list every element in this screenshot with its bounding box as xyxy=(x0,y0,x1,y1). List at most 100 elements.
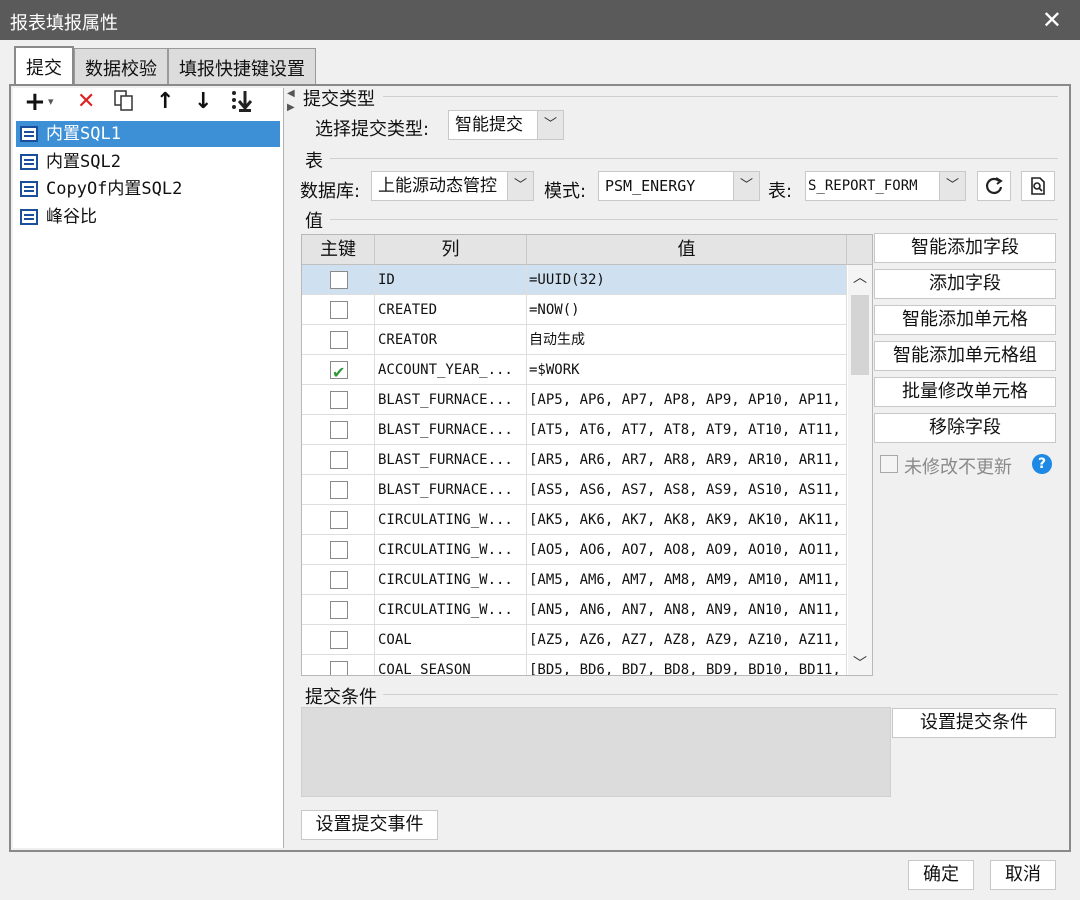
arrow-down-icon[interactable]: ↓ xyxy=(194,88,212,116)
tab-submit[interactable]: 提交 xyxy=(14,46,74,86)
tree-item-copyof-sql2[interactable]: CopyOf内置SQL2 xyxy=(16,176,280,202)
primary-key-checkbox[interactable] xyxy=(330,571,348,589)
copy-icon[interactable] xyxy=(112,88,136,116)
primary-key-checkbox[interactable] xyxy=(330,331,348,349)
chevron-up-icon[interactable]: ︿ xyxy=(848,267,872,287)
scrollbar-thumb[interactable] xyxy=(851,295,869,375)
table-row[interactable]: BLAST_FURNACE... [AT5, AT6, AT7, AT8, AT9… xyxy=(302,415,847,445)
primary-key-checkbox[interactable] xyxy=(330,421,348,439)
table-row[interactable]: BLAST_FURNACE... [AP5, AP6, AP7, AP8, AP9… xyxy=(302,385,847,415)
value-cell[interactable]: [AO5, AO6, AO7, AO8, AO9, AO10, AO11, A.… xyxy=(527,535,847,565)
column-cell[interactable]: BLAST_FURNACE... xyxy=(375,445,527,475)
primary-key-checkbox[interactable] xyxy=(330,631,348,649)
value-cell[interactable]: [AS5, AS6, AS7, AS8, AS9, AS10, AS11, A.… xyxy=(527,475,847,505)
value-cell[interactable]: [BD5, BD6, BD7, BD8, BD9, BD10, BD11, B.… xyxy=(527,655,847,675)
primary-key-checkbox[interactable] xyxy=(330,391,348,409)
schema-select[interactable]: PSM_ENERGY ﹀ xyxy=(598,171,760,201)
header-value[interactable]: 值 xyxy=(527,235,847,265)
table-row[interactable]: CIRCULATING_W... [AO5, AO6, AO7, AO8, AO9… xyxy=(302,535,847,565)
chevron-down-icon[interactable]: ﹀ xyxy=(733,172,759,200)
ok-button[interactable]: 确定 xyxy=(908,860,974,890)
submit-condition-area[interactable] xyxy=(301,707,891,797)
column-cell[interactable]: COAL_SEASON xyxy=(375,655,527,675)
table-row[interactable]: CIRCULATING_W... [AN5, AN6, AN7, AN8, AN9… xyxy=(302,595,847,625)
set-condition-button[interactable]: 设置提交条件 xyxy=(892,708,1056,738)
value-cell[interactable]: =UUID(32) xyxy=(527,265,847,295)
column-cell[interactable]: CREATOR xyxy=(375,325,527,355)
value-cell[interactable]: [AR5, AR6, AR7, AR8, AR9, AR10, AR11, A.… xyxy=(527,445,847,475)
value-cell[interactable]: [AM5, AM6, AM7, AM8, AM9, AM10, AM11, A.… xyxy=(527,565,847,595)
close-icon[interactable]: ✕ xyxy=(1042,6,1062,34)
value-cell[interactable]: [AT5, AT6, AT7, AT8, AT9, AT10, AT11, A.… xyxy=(527,415,847,445)
refresh-icon[interactable] xyxy=(977,171,1011,201)
column-cell[interactable]: CIRCULATING_W... xyxy=(375,535,527,565)
table-row[interactable]: BLAST_FURNACE... [AR5, AR6, AR7, AR8, AR9… xyxy=(302,445,847,475)
primary-key-checkbox[interactable] xyxy=(330,511,348,529)
cancel-button[interactable]: 取消 xyxy=(990,860,1056,890)
table-row[interactable]: ACCOUNT_YEAR_...=$WORK xyxy=(302,355,847,385)
expand-right-icon[interactable]: ▶ xyxy=(287,102,295,113)
column-cell[interactable]: CREATED xyxy=(375,295,527,325)
value-cell[interactable]: [AN5, AN6, AN7, AN8, AN9, AN10, AN11, A.… xyxy=(527,595,847,625)
value-cell[interactable]: =$WORK xyxy=(527,355,847,385)
tree-item-sql2[interactable]: 内置SQL2 xyxy=(16,149,280,175)
table-row[interactable]: ID =UUID(32) xyxy=(302,265,847,295)
primary-key-checkbox[interactable] xyxy=(330,451,348,469)
primary-key-checkbox[interactable] xyxy=(330,601,348,619)
table-row[interactable]: COAL [AZ5, AZ6, AZ7, AZ8, AZ9, AZ10, AZ11… xyxy=(302,625,847,655)
column-cell[interactable]: CIRCULATING_W... xyxy=(375,565,527,595)
table-row[interactable]: COAL_SEASON [BD5, BD6, BD7, BD8, BD9, BD1… xyxy=(302,655,847,675)
table-row[interactable]: BLAST_FURNACE... [AS5, AS6, AS7, AS8, AS9… xyxy=(302,475,847,505)
set-event-button[interactable]: 设置提交事件 xyxy=(301,810,438,840)
chevron-down-icon[interactable]: ▾ xyxy=(48,88,54,116)
smart-add-cell-group-button[interactable]: 智能添加单元格组 xyxy=(874,341,1056,371)
primary-key-checkbox[interactable] xyxy=(330,541,348,559)
primary-key-checkbox[interactable] xyxy=(330,301,348,319)
header-primary-key[interactable]: 主键 xyxy=(302,235,375,265)
column-cell[interactable]: ID xyxy=(375,265,527,295)
value-cell[interactable]: [AP5, AP6, AP7, AP8, AP9, AP10, AP11, A.… xyxy=(527,385,847,415)
preview-icon[interactable] xyxy=(1021,171,1055,201)
primary-key-checkbox[interactable] xyxy=(330,358,348,385)
table-row[interactable]: CIRCULATING_W... [AK5, AK6, AK7, AK8, AK9… xyxy=(302,505,847,535)
plus-icon[interactable]: + xyxy=(24,88,46,116)
smart-add-field-button[interactable]: 智能添加字段 xyxy=(874,233,1056,263)
column-cell[interactable]: CIRCULATING_W... xyxy=(375,595,527,625)
panel-splitter[interactable]: ◀ ▶ xyxy=(287,88,295,848)
column-cell[interactable]: CIRCULATING_W... xyxy=(375,505,527,535)
tree-item-sql1[interactable]: 内置SQL1 xyxy=(16,121,280,147)
chevron-down-icon[interactable]: ﹀ xyxy=(848,653,872,673)
header-column[interactable]: 列 xyxy=(375,235,527,265)
column-cell[interactable]: BLAST_FURNACE... xyxy=(375,475,527,505)
chevron-down-icon[interactable]: ﹀ xyxy=(939,172,965,200)
arrow-bottom-icon[interactable] xyxy=(230,88,256,116)
tab-data-validation[interactable]: 数据校验 xyxy=(74,48,168,84)
primary-key-checkbox[interactable] xyxy=(330,481,348,499)
table-row[interactable]: CREATED =NOW() xyxy=(302,295,847,325)
remove-field-button[interactable]: 移除字段 xyxy=(874,413,1056,443)
column-cell[interactable]: BLAST_FURNACE... xyxy=(375,415,527,445)
batch-modify-cell-button[interactable]: 批量修改单元格 xyxy=(874,377,1056,407)
table-row[interactable]: CREATOR 自动生成 xyxy=(302,325,847,355)
value-cell[interactable]: =NOW() xyxy=(527,295,847,325)
value-cell[interactable]: [AZ5, AZ6, AZ7, AZ8, AZ9, AZ10, AZ11, A.… xyxy=(527,625,847,655)
grid-scrollbar[interactable]: ︿ ﹀ xyxy=(848,265,872,675)
red-x-icon[interactable]: ✕ xyxy=(77,88,95,116)
column-cell[interactable]: ACCOUNT_YEAR_... xyxy=(375,355,527,385)
table-select[interactable]: S_REPORT_FORM ﹀ xyxy=(805,171,966,201)
column-cell[interactable]: COAL xyxy=(375,625,527,655)
tree-item-peak-valley[interactable]: 峰谷比 xyxy=(16,204,280,230)
database-select[interactable]: 上能源动态管控 ﹀ xyxy=(371,171,534,201)
collapse-left-icon[interactable]: ◀ xyxy=(287,88,295,99)
chevron-down-icon[interactable]: ﹀ xyxy=(537,111,563,139)
value-cell[interactable]: [AK5, AK6, AK7, AK8, AK9, AK10, AK11, A.… xyxy=(527,505,847,535)
primary-key-checkbox[interactable] xyxy=(330,271,348,289)
column-cell[interactable]: BLAST_FURNACE... xyxy=(375,385,527,415)
arrow-up-icon[interactable]: ↑ xyxy=(156,88,174,116)
help-icon[interactable]: ? xyxy=(1032,454,1052,474)
value-cell[interactable]: 自动生成 xyxy=(527,325,847,355)
no-update-checkbox[interactable] xyxy=(880,455,898,473)
submit-type-select[interactable]: 智能提交 ﹀ xyxy=(448,110,564,140)
smart-add-cell-button[interactable]: 智能添加单元格 xyxy=(874,305,1056,335)
add-field-button[interactable]: 添加字段 xyxy=(874,269,1056,299)
